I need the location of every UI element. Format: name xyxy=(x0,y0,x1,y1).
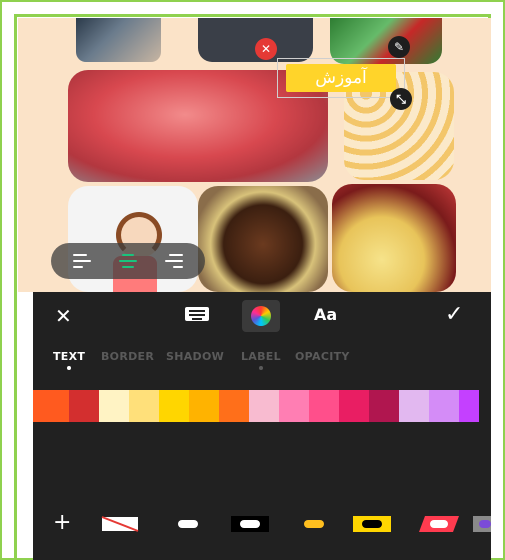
style-tabs: TEXT BORDER SHADOW LABEL OPACITY xyxy=(33,350,491,374)
color-swatch[interactable] xyxy=(99,390,129,422)
panel-toolbar: ✕ Aa ✓ xyxy=(33,292,491,338)
text-sticker-text: آموزش xyxy=(315,68,367,88)
color-swatch[interactable] xyxy=(429,390,459,422)
none-style-icon[interactable] xyxy=(101,516,139,532)
add-style-button[interactable]: + xyxy=(53,510,71,535)
color-swatch[interactable] xyxy=(309,390,339,422)
tab-opacity[interactable]: OPACITY xyxy=(295,350,350,363)
font-button[interactable]: Aa xyxy=(314,305,337,324)
align-right-icon[interactable] xyxy=(165,254,183,268)
photo-chocolate-cake[interactable] xyxy=(198,186,328,292)
white-pill-icon[interactable] xyxy=(177,516,199,532)
color-swatch[interactable] xyxy=(279,390,309,422)
mini-toolbar xyxy=(264,18,290,28)
edit-pencil-icon[interactable]: ✎ xyxy=(388,36,410,58)
text-style-panel: ✕ Aa ✓ TEXT BORDER SHADOW LABEL OPACITY … xyxy=(33,292,491,560)
photo-toy-collection[interactable] xyxy=(76,18,161,62)
color-swatch[interactable] xyxy=(189,390,219,422)
align-center-icon[interactable] xyxy=(119,254,137,268)
collage-canvas[interactable]: آموزش ✕ ✎ ⤡ xyxy=(18,18,491,292)
color-swatch[interactable] xyxy=(249,390,279,422)
photo-pizza-balloons[interactable] xyxy=(332,184,456,292)
tab-shadow[interactable]: SHADOW xyxy=(166,350,224,363)
color-swatch[interactable] xyxy=(219,390,249,422)
color-swatch[interactable] xyxy=(33,390,69,422)
color-swatch[interactable] xyxy=(369,390,399,422)
label-style-row: + xyxy=(33,508,491,538)
text-sticker[interactable]: آموزش xyxy=(277,58,405,98)
color-swatches xyxy=(33,390,491,422)
align-left-icon[interactable] xyxy=(73,254,91,268)
keyboard-icon[interactable] xyxy=(185,307,209,321)
confirm-icon[interactable]: ✓ xyxy=(445,302,463,327)
text-align-bar[interactable] xyxy=(51,243,205,279)
yellow-box-black-pill-icon[interactable] xyxy=(353,516,391,532)
tab-text[interactable]: TEXT xyxy=(53,350,85,363)
tab-text-dot xyxy=(67,366,71,370)
close-icon[interactable]: ✕ xyxy=(55,304,72,328)
color-swatch[interactable] xyxy=(339,390,369,422)
gray-style-icon[interactable] xyxy=(473,516,491,532)
delete-icon[interactable]: ✕ xyxy=(255,38,277,60)
tab-border[interactable]: BORDER xyxy=(101,350,154,363)
color-swatch[interactable] xyxy=(69,390,99,422)
resize-icon[interactable]: ⤡ xyxy=(390,88,412,110)
color-swatch[interactable] xyxy=(159,390,189,422)
tab-label-dot xyxy=(259,366,263,370)
tab-label[interactable]: LABEL xyxy=(241,350,281,363)
text-sticker-label[interactable]: آموزش xyxy=(286,64,396,92)
color-wheel-icon xyxy=(251,306,271,326)
photo-emoji-app[interactable] xyxy=(198,18,313,62)
red-parallelogram-icon[interactable] xyxy=(419,516,459,532)
yellow-pill-icon[interactable] xyxy=(303,516,325,532)
color-wheel-button[interactable] xyxy=(242,300,280,332)
color-swatch[interactable] xyxy=(129,390,159,422)
color-swatch[interactable] xyxy=(399,390,429,422)
color-swatch[interactable] xyxy=(459,390,479,422)
black-box-white-pill-icon[interactable] xyxy=(231,516,269,532)
